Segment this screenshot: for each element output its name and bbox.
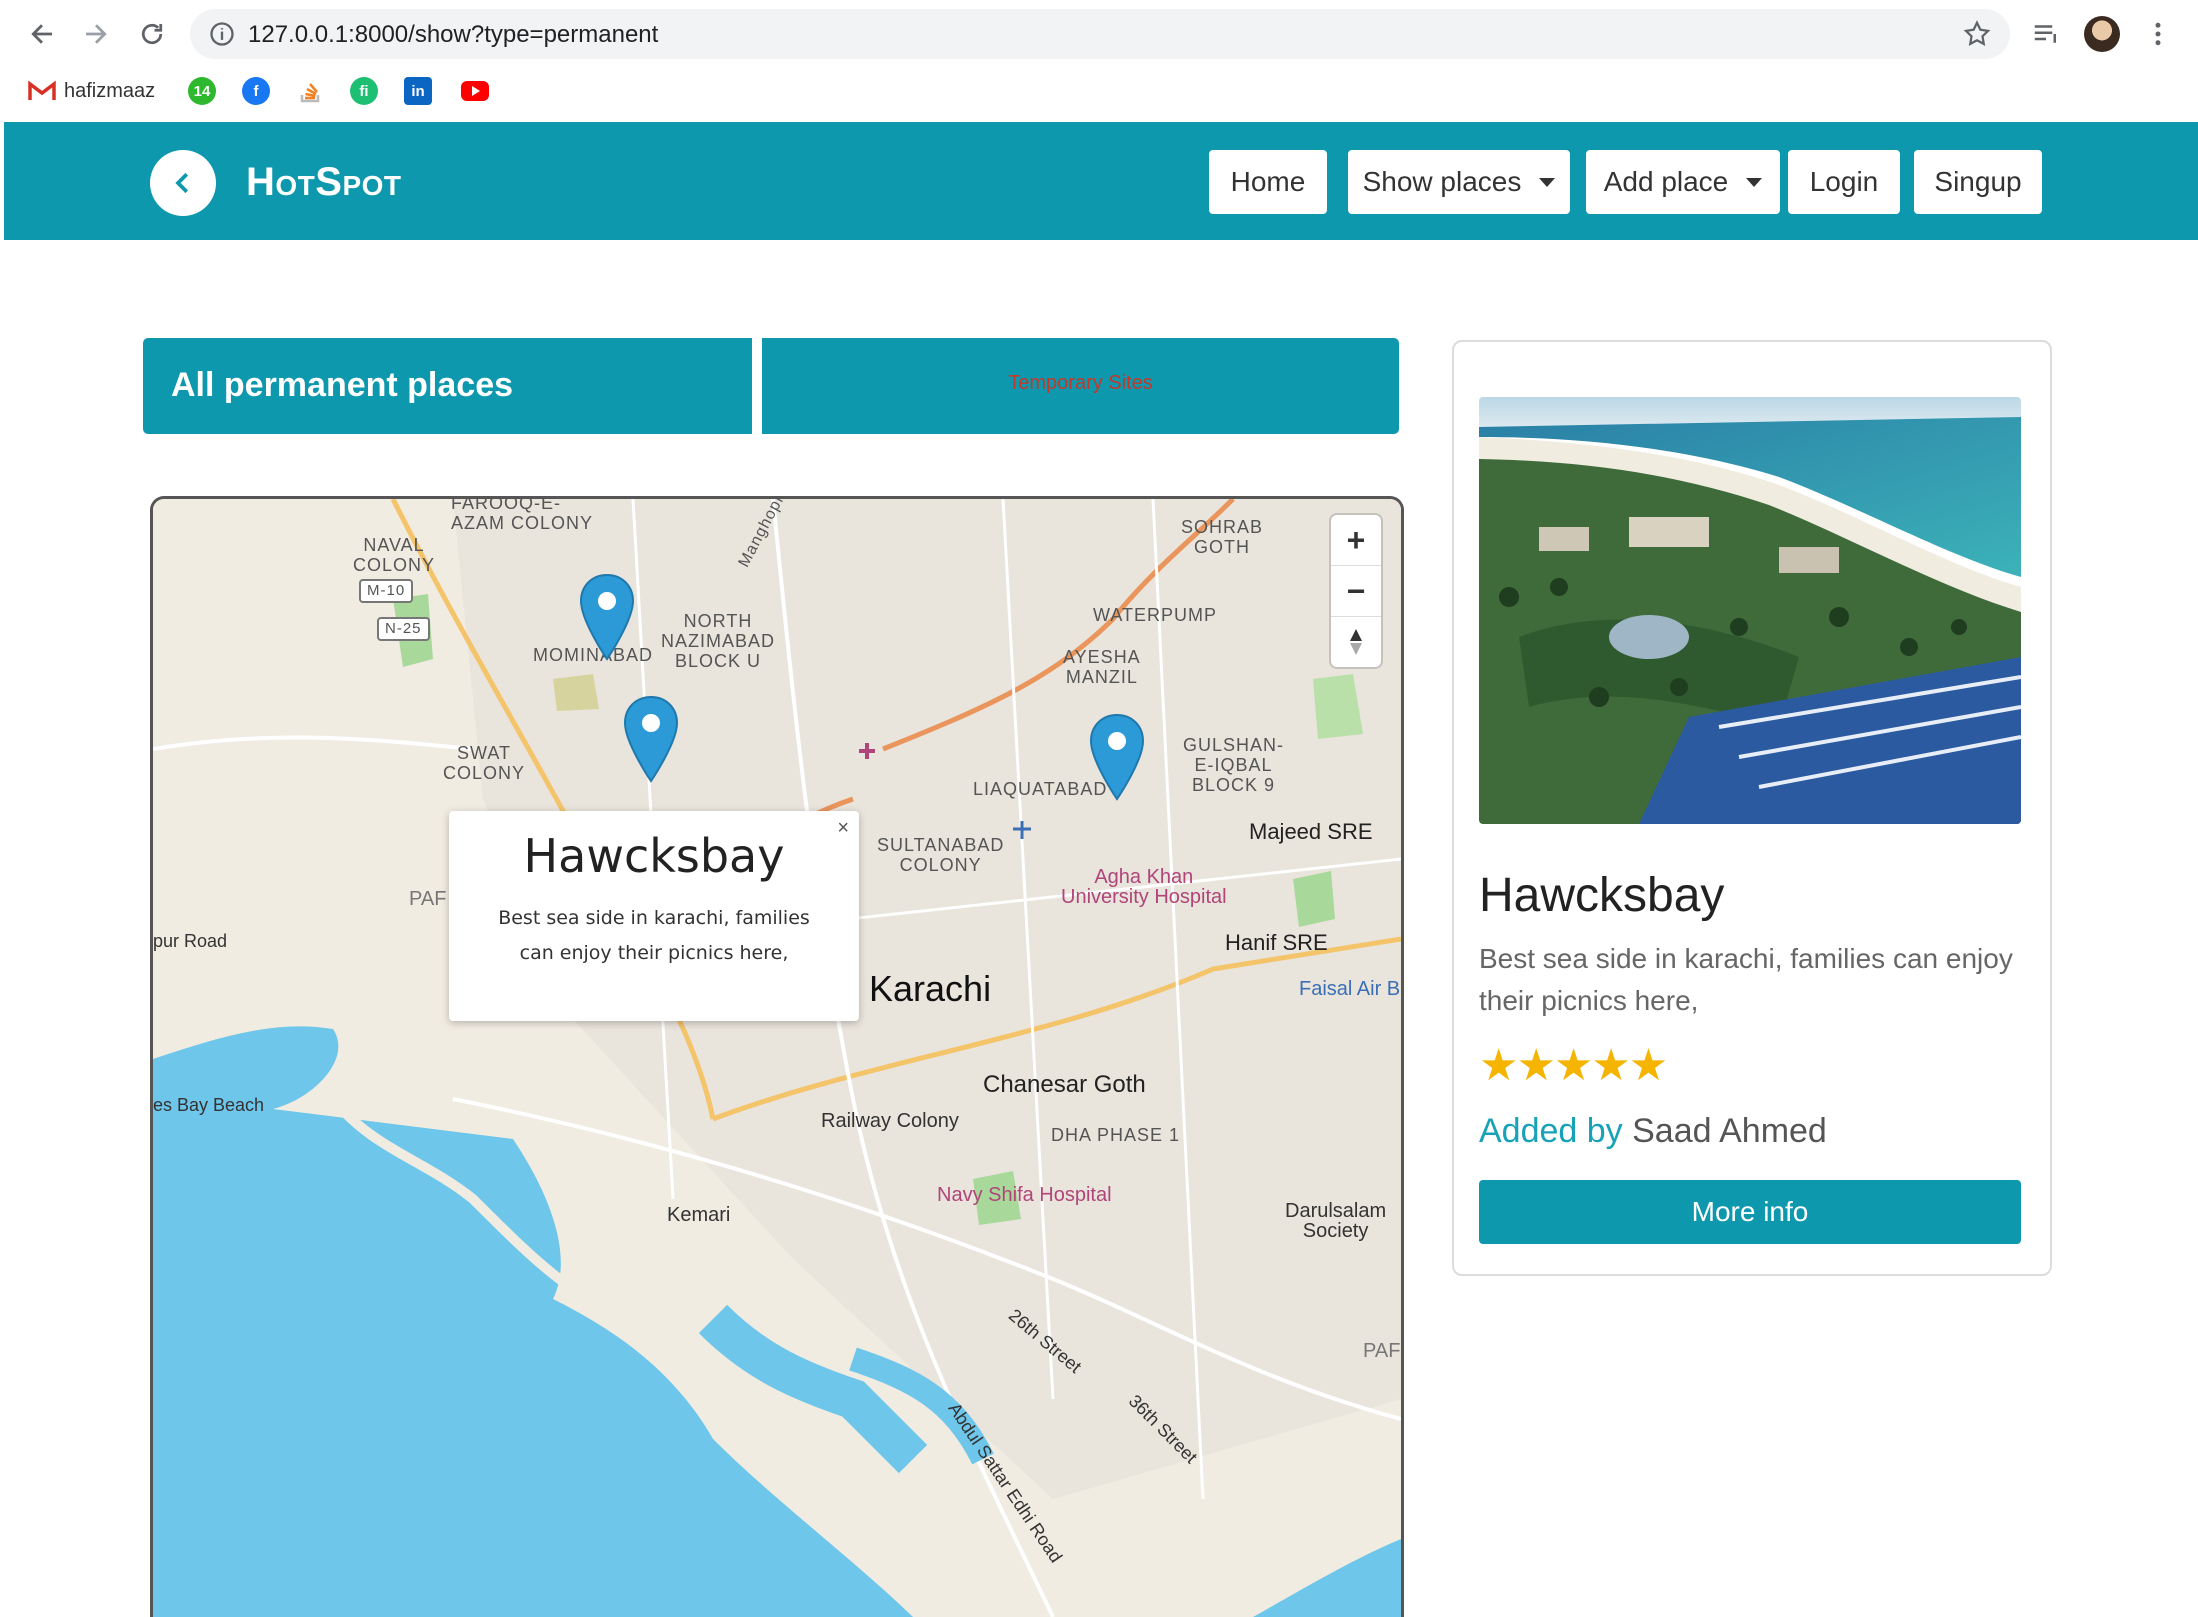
map-tiles (153, 499, 1401, 1617)
browser-menu-icon[interactable] (2138, 14, 2178, 54)
tab-permanent-places[interactable]: All permanent places (143, 338, 753, 434)
forward-arrow-icon[interactable] (76, 14, 116, 54)
map-label-city: Karachi (869, 968, 992, 1009)
place-title: Hawcksbay (1479, 869, 1725, 922)
place-image (1479, 397, 2021, 824)
bookmark-star-icon[interactable] (1962, 19, 1992, 49)
map-label: PAF (1363, 1340, 1401, 1362)
tab-temporary-label: Temporary Sites (1008, 372, 1153, 394)
back-button[interactable] (150, 150, 216, 216)
youtube-icon (461, 81, 489, 101)
more-info-label: More info (1691, 1196, 1809, 1227)
tab-permanent-label: All permanent places (171, 366, 514, 404)
profile-avatar[interactable] (2082, 14, 2122, 54)
reload-icon[interactable] (132, 14, 172, 54)
map-label: pur Road (153, 931, 228, 951)
nav-show-places-label: Show places (1362, 166, 1522, 197)
place-description: Best sea side in karachi, families can e… (1479, 943, 2013, 1016)
zoom-in-button[interactable]: + (1331, 515, 1381, 566)
map-label: WATERPUMP (1093, 605, 1217, 625)
map-label: Darulsalam Society (1285, 1200, 1387, 1242)
map-popup: × Hawcksbay Best sea side in karachi, fa… (449, 811, 859, 1021)
stackoverflow-icon (300, 83, 320, 103)
map-label: AYESHA MANZIL (1063, 647, 1141, 687)
map-label-hospital: Navy Shifa Hospital (937, 1184, 1112, 1206)
bookmark-fiverr[interactable]: fi (350, 76, 378, 106)
chevron-left-icon (175, 172, 189, 194)
nav-add-place-label: Add place (1603, 166, 1729, 197)
added-by-label: Added by (1479, 1112, 1623, 1150)
fiverr-icon: fi (350, 77, 378, 105)
map-label: GULSHAN- E-IQBAL BLOCK 9 (1183, 735, 1285, 795)
popup-description: Best sea side in karachi, families can e… (498, 907, 810, 964)
map-label: Majeed SRE (1249, 819, 1373, 844)
map-label-airport: Faisal Air B (1299, 978, 1401, 1000)
address-bar[interactable]: 127.0.0.1:8000/show?type=permanent (190, 9, 2010, 59)
map-road-shield: M-10 (359, 579, 414, 603)
map-label: SOHRAB GOTH (1181, 517, 1264, 557)
tab-divider (752, 338, 762, 434)
map-label: Kemari (667, 1204, 731, 1226)
map-marker-icon[interactable] (621, 695, 681, 785)
zoom-out-button[interactable]: − (1331, 566, 1381, 617)
map-label: es Bay Beach (153, 1095, 265, 1115)
caret-down-icon (1539, 177, 1556, 187)
bookmark-label: hafizmaaz (64, 79, 156, 102)
map-label-hospital: Agha Khan University Hospital (1061, 866, 1227, 908)
bookmark-linkedin[interactable]: in (404, 76, 432, 106)
gmail-icon (28, 80, 56, 100)
bookmark-stackoverflow[interactable] (296, 76, 324, 106)
map-marker-icon[interactable] (577, 573, 637, 663)
rating-stars: ★★★★★ (1479, 1041, 1668, 1090)
caret-down-icon (1746, 177, 1763, 187)
badge-icon: 14 (188, 77, 216, 105)
map-view[interactable]: FAROOQ-E- AZAM COLONY NAVAL COLONY M-10 … (150, 496, 1404, 1617)
map-label: FAROOQ-E- AZAM COLONY (451, 496, 594, 533)
map-label: Hanif SRE (1225, 930, 1328, 955)
nav-signup-button[interactable]: Singup (1914, 150, 2042, 214)
zoom-control: + − (1331, 515, 1381, 667)
map-label: NORTH NAZIMABAD BLOCK U (661, 611, 776, 671)
site-info-icon[interactable] (208, 20, 236, 48)
facebook-icon: f (242, 77, 270, 105)
nav-login-label: Login (1809, 166, 1879, 197)
back-arrow-icon[interactable] (22, 14, 62, 54)
compass-icon (1350, 629, 1362, 655)
compass-button[interactable] (1331, 617, 1381, 667)
linkedin-icon: in (404, 77, 432, 105)
brand-logo[interactable]: HotSpot (246, 160, 402, 205)
nav-add-place-dropdown[interactable]: Add place (1586, 150, 1780, 214)
url-text: 127.0.0.1:8000/show?type=permanent (248, 21, 659, 48)
added-by-name: Saad Ahmed (1632, 1112, 1827, 1150)
added-by: Added by Saad Ahmed (1479, 1112, 1827, 1151)
map-label: NAVAL COLONY (353, 535, 436, 575)
more-info-button[interactable]: More info (1479, 1180, 2021, 1244)
map-label: Chanesar Goth (983, 1071, 1146, 1098)
nav-show-places-dropdown[interactable]: Show places (1348, 150, 1570, 214)
tab-temporary-sites[interactable]: Temporary Sites (762, 338, 1399, 434)
popup-close-button[interactable]: × (837, 817, 849, 840)
map-label: PAF (409, 888, 447, 910)
nav-home-button[interactable]: Home (1209, 150, 1327, 214)
bookmark-badge[interactable]: 14 (188, 76, 216, 106)
map-road-shield: N-25 (377, 617, 430, 641)
nav-signup-label: Singup (1934, 166, 2022, 197)
map-marker-icon[interactable] (1087, 713, 1147, 803)
bookmark-gmail[interactable]: hafizmaaz (28, 76, 155, 106)
bookmarks-bar (0, 68, 2198, 122)
nav-home-label: Home (1230, 166, 1306, 197)
map-label: Railway Colony (821, 1110, 959, 1132)
map-label: SULTANABAD COLONY (877, 835, 1005, 875)
popup-title: Hawcksbay (523, 829, 785, 883)
reading-list-icon[interactable] (2026, 14, 2066, 54)
map-label: SWAT COLONY (443, 743, 526, 783)
nav-login-button[interactable]: Login (1788, 150, 1900, 214)
bookmark-youtube[interactable] (460, 76, 490, 106)
bookmark-facebook[interactable]: f (242, 76, 270, 106)
map-label: DHA PHASE 1 (1051, 1125, 1181, 1145)
